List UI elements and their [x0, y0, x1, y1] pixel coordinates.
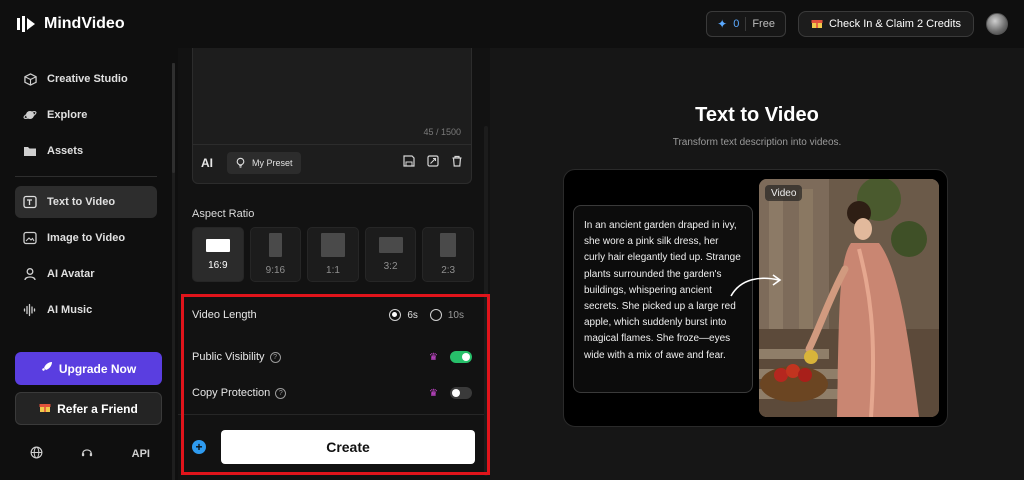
app-root: MindVideo ✦ 0 Free Check In & Claim 2 Cr… [0, 0, 1024, 480]
expand-icon[interactable] [427, 154, 439, 172]
aspect-label: 16:9 [208, 259, 228, 271]
upgrade-label: Upgrade Now [58, 361, 137, 376]
my-preset-button[interactable]: My Preset [227, 152, 301, 174]
sidebar: Creative Studio Explore Assets Text to V… [0, 48, 176, 480]
gift-icon [811, 17, 823, 32]
aspect-label: 2:3 [441, 265, 456, 276]
char-counter: 45 / 1500 [423, 127, 461, 137]
folder-icon [23, 144, 37, 158]
ratio-shape [268, 233, 282, 257]
api-link[interactable]: API [132, 448, 150, 460]
trash-icon[interactable] [451, 154, 463, 172]
sidebar-item-text-to-video[interactable]: Text to Video [15, 186, 157, 218]
credits-count: 0 [733, 18, 740, 30]
divider [15, 176, 157, 177]
sidebar-item-ai-music[interactable]: AI Music [15, 294, 157, 326]
sidebar-item-image-to-video[interactable]: Image to Video [15, 222, 157, 254]
sparkle-icon: ✦ [717, 17, 728, 31]
plan-label: Free [752, 18, 775, 30]
preview-panel: Text to Video Transform text description… [490, 48, 1024, 480]
image-icon [23, 231, 37, 245]
logo-icon [16, 14, 36, 34]
sidebar-scrollbar[interactable] [172, 63, 175, 480]
page-title: Text to Video [695, 104, 819, 126]
rocket-icon [41, 361, 53, 376]
divider [193, 144, 471, 145]
demo-card: In an ancient garden draped in ivy, she … [563, 169, 948, 427]
video-badge: Video [765, 185, 803, 201]
demo-prompt-text: In an ancient garden draped in ivy, she … [573, 205, 753, 393]
globe-icon[interactable] [30, 446, 43, 462]
preset-label: My Preset [252, 158, 293, 168]
prompt-toolbar: AI My Preset [201, 152, 463, 174]
bulb-icon [235, 157, 246, 170]
highlight-box [181, 294, 490, 475]
sidebar-item-creative-studio[interactable]: Creative Studio [15, 63, 157, 95]
sidebar-item-label: Image to Video [47, 232, 126, 244]
sidebar-item-label: Text to Video [47, 196, 116, 208]
logo[interactable]: MindVideo [16, 14, 125, 34]
text-video-icon [23, 195, 37, 209]
checkin-button[interactable]: Check In & Claim 2 Credits [797, 11, 974, 37]
top-bar: MindVideo ✦ 0 Free Check In & Claim 2 Cr… [0, 0, 1024, 48]
credits-pill[interactable]: ✦ 0 Free [706, 11, 786, 37]
sidebar-item-explore[interactable]: Explore [15, 99, 157, 131]
sidebar-item-assets[interactable]: Assets [15, 135, 157, 167]
aspect-option-3-2[interactable]: 3:2 [364, 227, 417, 282]
sidebar-item-label: AI Avatar [47, 268, 95, 280]
sidebar-item-ai-avatar[interactable]: AI Avatar [15, 258, 157, 290]
page-subtitle: Transform text description into videos. [672, 137, 842, 148]
ratio-shape [378, 237, 403, 253]
upgrade-button[interactable]: Upgrade Now [15, 352, 162, 385]
ratio-shape [320, 233, 345, 257]
aspect-option-16-9[interactable]: 16:9 [192, 227, 244, 282]
aspect-option-2-3[interactable]: 2:3 [422, 227, 474, 282]
app-name: MindVideo [44, 15, 125, 32]
user-avatar[interactable] [986, 13, 1008, 35]
sidebar-item-label: Assets [47, 145, 84, 157]
prompt-textarea[interactable]: 45 / 1500 AI My Preset [192, 48, 472, 184]
refer-label: Refer a Friend [57, 401, 138, 416]
arrow-icon [730, 274, 782, 297]
gift-icon [39, 401, 51, 416]
checkin-label: Check In & Claim 2 Credits [828, 18, 961, 30]
ratio-shape [205, 238, 230, 252]
cube-icon [23, 72, 37, 86]
ai-enhance-icon[interactable]: AI [201, 156, 219, 170]
aspect-ratio-title: Aspect Ratio [192, 208, 255, 220]
planet-icon [23, 108, 37, 122]
save-icon[interactable] [403, 154, 415, 172]
settings-panel: 45 / 1500 AI My Preset Aspect Ratio 16:9… [178, 48, 490, 480]
ratio-shape [440, 233, 457, 257]
sidebar-item-label: Creative Studio [47, 73, 128, 85]
aspect-label: 3:2 [383, 261, 398, 272]
aspect-label: 9:16 [265, 265, 286, 276]
soundwave-icon [23, 303, 37, 317]
sidebar-footer: API [15, 444, 162, 464]
sidebar-item-label: Explore [47, 109, 88, 121]
sidebar-item-label: AI Music [47, 304, 93, 316]
refer-friend-button[interactable]: Refer a Friend [15, 392, 162, 425]
aspect-label: 1:1 [326, 265, 340, 276]
headset-icon[interactable] [80, 446, 94, 462]
aspect-ratio-options: 16:9 9:16 1:1 3:2 2:3 [192, 227, 474, 282]
divider [745, 17, 747, 31]
person-icon [23, 267, 37, 281]
aspect-option-1-1[interactable]: 1:1 [307, 227, 359, 282]
aspect-option-9-16[interactable]: 9:16 [249, 227, 302, 282]
